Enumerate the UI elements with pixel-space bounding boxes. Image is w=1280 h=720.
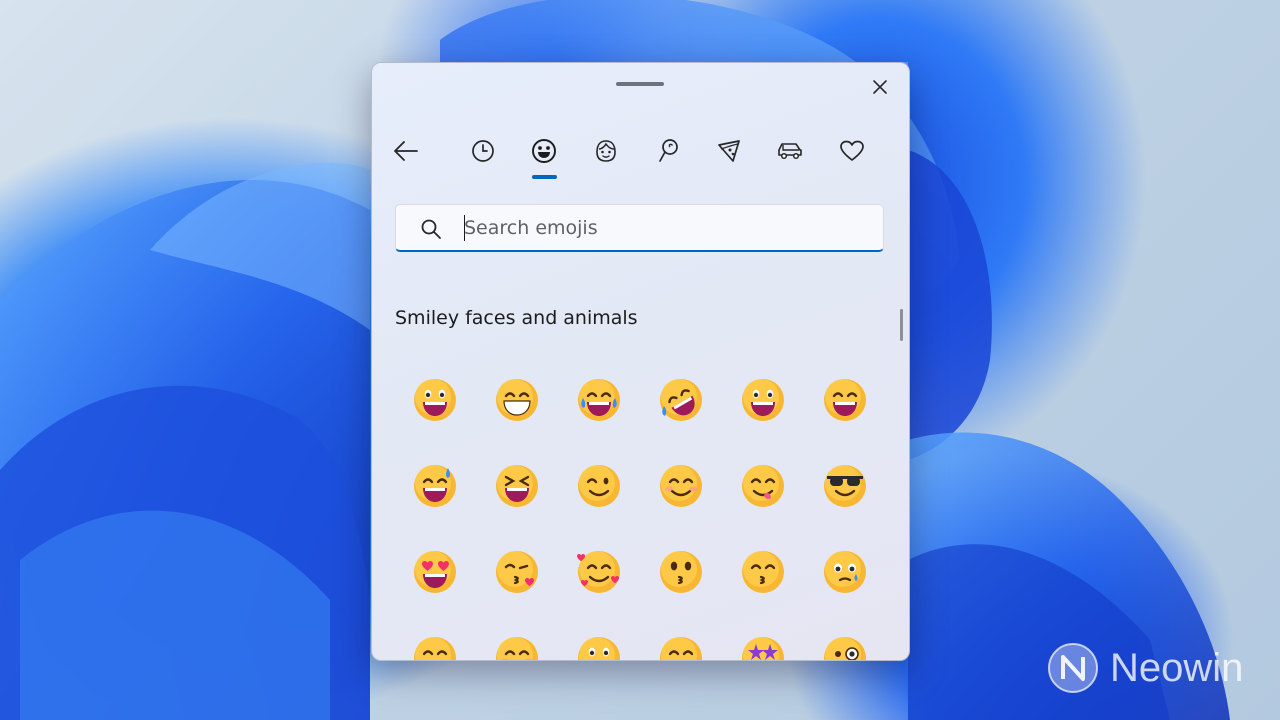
search-box[interactable] xyxy=(395,204,884,252)
neowin-watermark: Neowin xyxy=(1046,640,1243,696)
kissing-smiling-eyes-icon xyxy=(742,551,784,593)
search-input[interactable] xyxy=(464,211,864,245)
emoji-face-savoring-food[interactable] xyxy=(722,443,804,529)
emoji-face-blowing-kiss[interactable] xyxy=(476,529,558,615)
pizza-icon xyxy=(718,140,740,162)
emoji-grinning-big-eyes[interactable] xyxy=(722,357,804,443)
emoji-rolling-on-floor-laughing[interactable] xyxy=(640,357,722,443)
emoji-smiling-face-blush[interactable] xyxy=(476,615,558,660)
heart-icon xyxy=(840,140,864,161)
smiling-face-blush-icon xyxy=(496,637,538,660)
watermark-text: Neowin xyxy=(1110,645,1244,690)
emoji-panel: Smiley faces and animals xyxy=(371,62,910,661)
arrow-left-icon xyxy=(394,141,418,161)
emoji-grinning-face[interactable] xyxy=(394,357,476,443)
emoji-face-with-tears-of-joy[interactable] xyxy=(558,357,640,443)
emoji-heart-eyes[interactable] xyxy=(394,529,476,615)
star-struck-icon xyxy=(742,637,784,660)
face-savoring-food-icon xyxy=(742,465,784,507)
face-with-tears-of-joy-icon xyxy=(578,379,620,421)
face-blowing-kiss-icon xyxy=(496,551,538,593)
smiling-face-icon xyxy=(660,465,702,507)
selected-tab-indicator xyxy=(532,175,557,179)
grinning-smiling-eyes-icon xyxy=(824,379,866,421)
search-icon xyxy=(421,219,441,239)
grinning-sweat-icon xyxy=(414,465,456,507)
tab-emoji[interactable] xyxy=(524,131,564,171)
emoji-beaming-face[interactable] xyxy=(476,357,558,443)
tab-symbols[interactable] xyxy=(648,131,688,171)
tab-people[interactable] xyxy=(586,131,626,171)
emoji-kissing-face[interactable] xyxy=(640,529,722,615)
emoji-kissing-smiling-eyes[interactable] xyxy=(722,529,804,615)
heart-eyes-icon xyxy=(414,551,456,593)
smiling-sunglasses-icon xyxy=(824,465,866,507)
kissing-face-icon xyxy=(660,551,702,593)
face-holding-back-tears-icon xyxy=(824,551,866,593)
drag-handle[interactable] xyxy=(616,82,664,86)
tab-recent[interactable] xyxy=(463,131,503,171)
close-icon xyxy=(873,80,887,94)
grinning-face-icon xyxy=(414,379,456,421)
grinning-face-2-icon xyxy=(578,637,620,660)
rolling-on-floor-laughing-icon xyxy=(660,379,702,421)
smiling-face-2-icon xyxy=(660,637,702,660)
tab-travel[interactable] xyxy=(770,131,810,171)
car-icon xyxy=(778,143,802,160)
emoji-smiling-sunglasses[interactable] xyxy=(804,443,886,529)
emoji-star-struck[interactable] xyxy=(722,615,804,660)
beaming-face-icon xyxy=(496,379,538,421)
winking-face-icon xyxy=(578,465,620,507)
emoji-face-with-monocle[interactable] xyxy=(804,615,886,660)
tab-food[interactable] xyxy=(709,131,749,171)
emoji-relieved-face[interactable] xyxy=(394,615,476,660)
category-nav xyxy=(372,127,909,179)
neowin-logo-icon xyxy=(1048,643,1098,693)
smiley-icon xyxy=(532,139,556,163)
squinting-face-icon xyxy=(496,465,538,507)
relieved-face-icon xyxy=(414,637,456,660)
face-with-monocle-icon xyxy=(824,637,866,660)
tab-heart[interactable] xyxy=(832,131,872,171)
emoji-grinning-sweat[interactable] xyxy=(394,443,476,529)
emoji-grinning-smiling-eyes[interactable] xyxy=(804,357,886,443)
emoji-grid xyxy=(394,357,886,660)
emoji-smiling-face-2[interactable] xyxy=(640,615,722,660)
person-face-icon xyxy=(596,140,616,162)
text-caret xyxy=(464,215,465,241)
grinning-big-eyes-icon xyxy=(742,379,784,421)
emoji-winking-face[interactable] xyxy=(558,443,640,529)
emoji-grinning-face-2[interactable] xyxy=(558,615,640,660)
section-title: Smiley faces and animals xyxy=(395,307,638,329)
back-button[interactable] xyxy=(386,131,426,171)
emoji-smiling-face[interactable] xyxy=(640,443,722,529)
clock-icon xyxy=(472,140,494,162)
close-button[interactable] xyxy=(866,73,894,101)
emoji-squinting-face[interactable] xyxy=(476,443,558,529)
emoji-face-holding-back-tears[interactable] xyxy=(804,529,886,615)
emoji-smiling-face-with-hearts[interactable] xyxy=(558,529,640,615)
scrollbar[interactable] xyxy=(900,309,903,341)
lollipop-icon xyxy=(659,139,678,162)
smiling-face-with-hearts-icon xyxy=(577,551,620,593)
